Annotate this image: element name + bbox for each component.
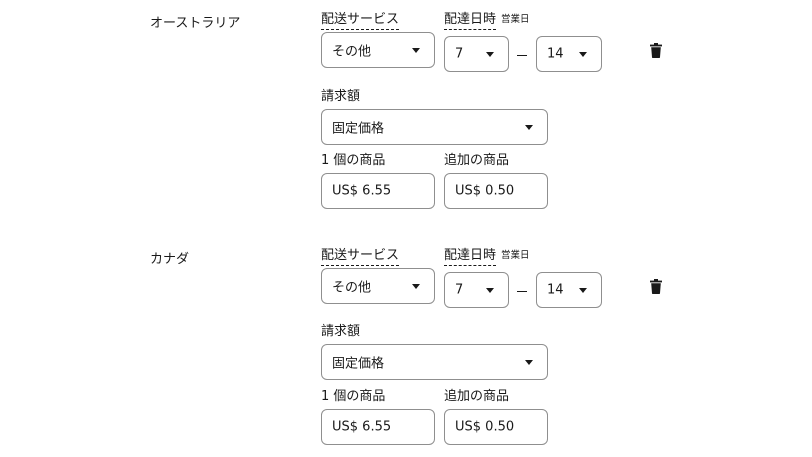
charge-label: 請求額 bbox=[321, 324, 361, 339]
chevron-down-icon bbox=[412, 48, 420, 53]
min-days-value: 7 bbox=[455, 46, 464, 62]
business-days-label: 営業日 bbox=[501, 250, 530, 261]
shipping-service-value: その他 bbox=[332, 44, 372, 60]
shipping-service-label[interactable]: 配送サービス bbox=[321, 248, 400, 266]
min-days-select[interactable]: 7 bbox=[444, 272, 509, 308]
trash-icon[interactable] bbox=[650, 279, 662, 294]
shipping-row-australia: オーストラリア 配送サービス 配達日時 営業日 その他 7 14 請求額 固定価… bbox=[0, 0, 812, 236]
chevron-down-icon bbox=[486, 288, 494, 293]
shipping-service-value: その他 bbox=[332, 280, 372, 296]
min-days-select[interactable]: 7 bbox=[444, 36, 509, 72]
max-days-value: 14 bbox=[547, 46, 564, 62]
chevron-down-icon bbox=[579, 52, 587, 57]
max-days-select[interactable]: 14 bbox=[536, 272, 602, 308]
business-days-label: 営業日 bbox=[501, 14, 530, 25]
delivery-time-label[interactable]: 配達日時 bbox=[444, 12, 497, 30]
first-item-price-value: US$ 6.55 bbox=[332, 419, 392, 435]
shipping-row-canada: カナダ 配送サービス 配達日時 営業日 その他 7 14 請求額 固定価格 1 … bbox=[0, 236, 812, 457]
chevron-down-icon bbox=[525, 125, 533, 130]
shipping-service-label[interactable]: 配送サービス bbox=[321, 12, 400, 30]
charge-type-value: 固定価格 bbox=[332, 121, 385, 137]
charge-type-select[interactable]: 固定価格 bbox=[321, 109, 548, 145]
additional-item-price-value: US$ 0.50 bbox=[455, 183, 515, 199]
max-days-value: 14 bbox=[547, 282, 564, 298]
first-item-price-value: US$ 6.55 bbox=[332, 183, 392, 199]
max-days-select[interactable]: 14 bbox=[536, 36, 602, 72]
range-dash bbox=[517, 291, 527, 292]
additional-item-label: 追加の商品 bbox=[444, 389, 510, 404]
first-item-label: 1 個の商品 bbox=[321, 389, 386, 404]
shipping-service-select[interactable]: その他 bbox=[321, 32, 435, 68]
chevron-down-icon bbox=[579, 288, 587, 293]
chevron-down-icon bbox=[486, 52, 494, 57]
first-item-label: 1 個の商品 bbox=[321, 153, 386, 168]
range-dash bbox=[517, 55, 527, 56]
chevron-down-icon bbox=[412, 284, 420, 289]
first-item-price-input[interactable]: US$ 6.55 bbox=[321, 173, 435, 209]
trash-icon[interactable] bbox=[650, 43, 662, 58]
charge-type-value: 固定価格 bbox=[332, 356, 385, 372]
additional-item-price-input[interactable]: US$ 0.50 bbox=[444, 173, 548, 209]
additional-item-price-input[interactable]: US$ 0.50 bbox=[444, 409, 548, 445]
min-days-value: 7 bbox=[455, 282, 464, 298]
chevron-down-icon bbox=[525, 360, 533, 365]
country-label: カナダ bbox=[150, 252, 190, 267]
delivery-time-label[interactable]: 配達日時 bbox=[444, 248, 497, 266]
shipping-service-select[interactable]: その他 bbox=[321, 268, 435, 304]
first-item-price-input[interactable]: US$ 6.55 bbox=[321, 409, 435, 445]
additional-item-label: 追加の商品 bbox=[444, 153, 510, 168]
country-label: オーストラリア bbox=[150, 16, 241, 31]
charge-label: 請求額 bbox=[321, 89, 361, 104]
charge-type-select[interactable]: 固定価格 bbox=[321, 344, 548, 380]
additional-item-price-value: US$ 0.50 bbox=[455, 419, 515, 435]
